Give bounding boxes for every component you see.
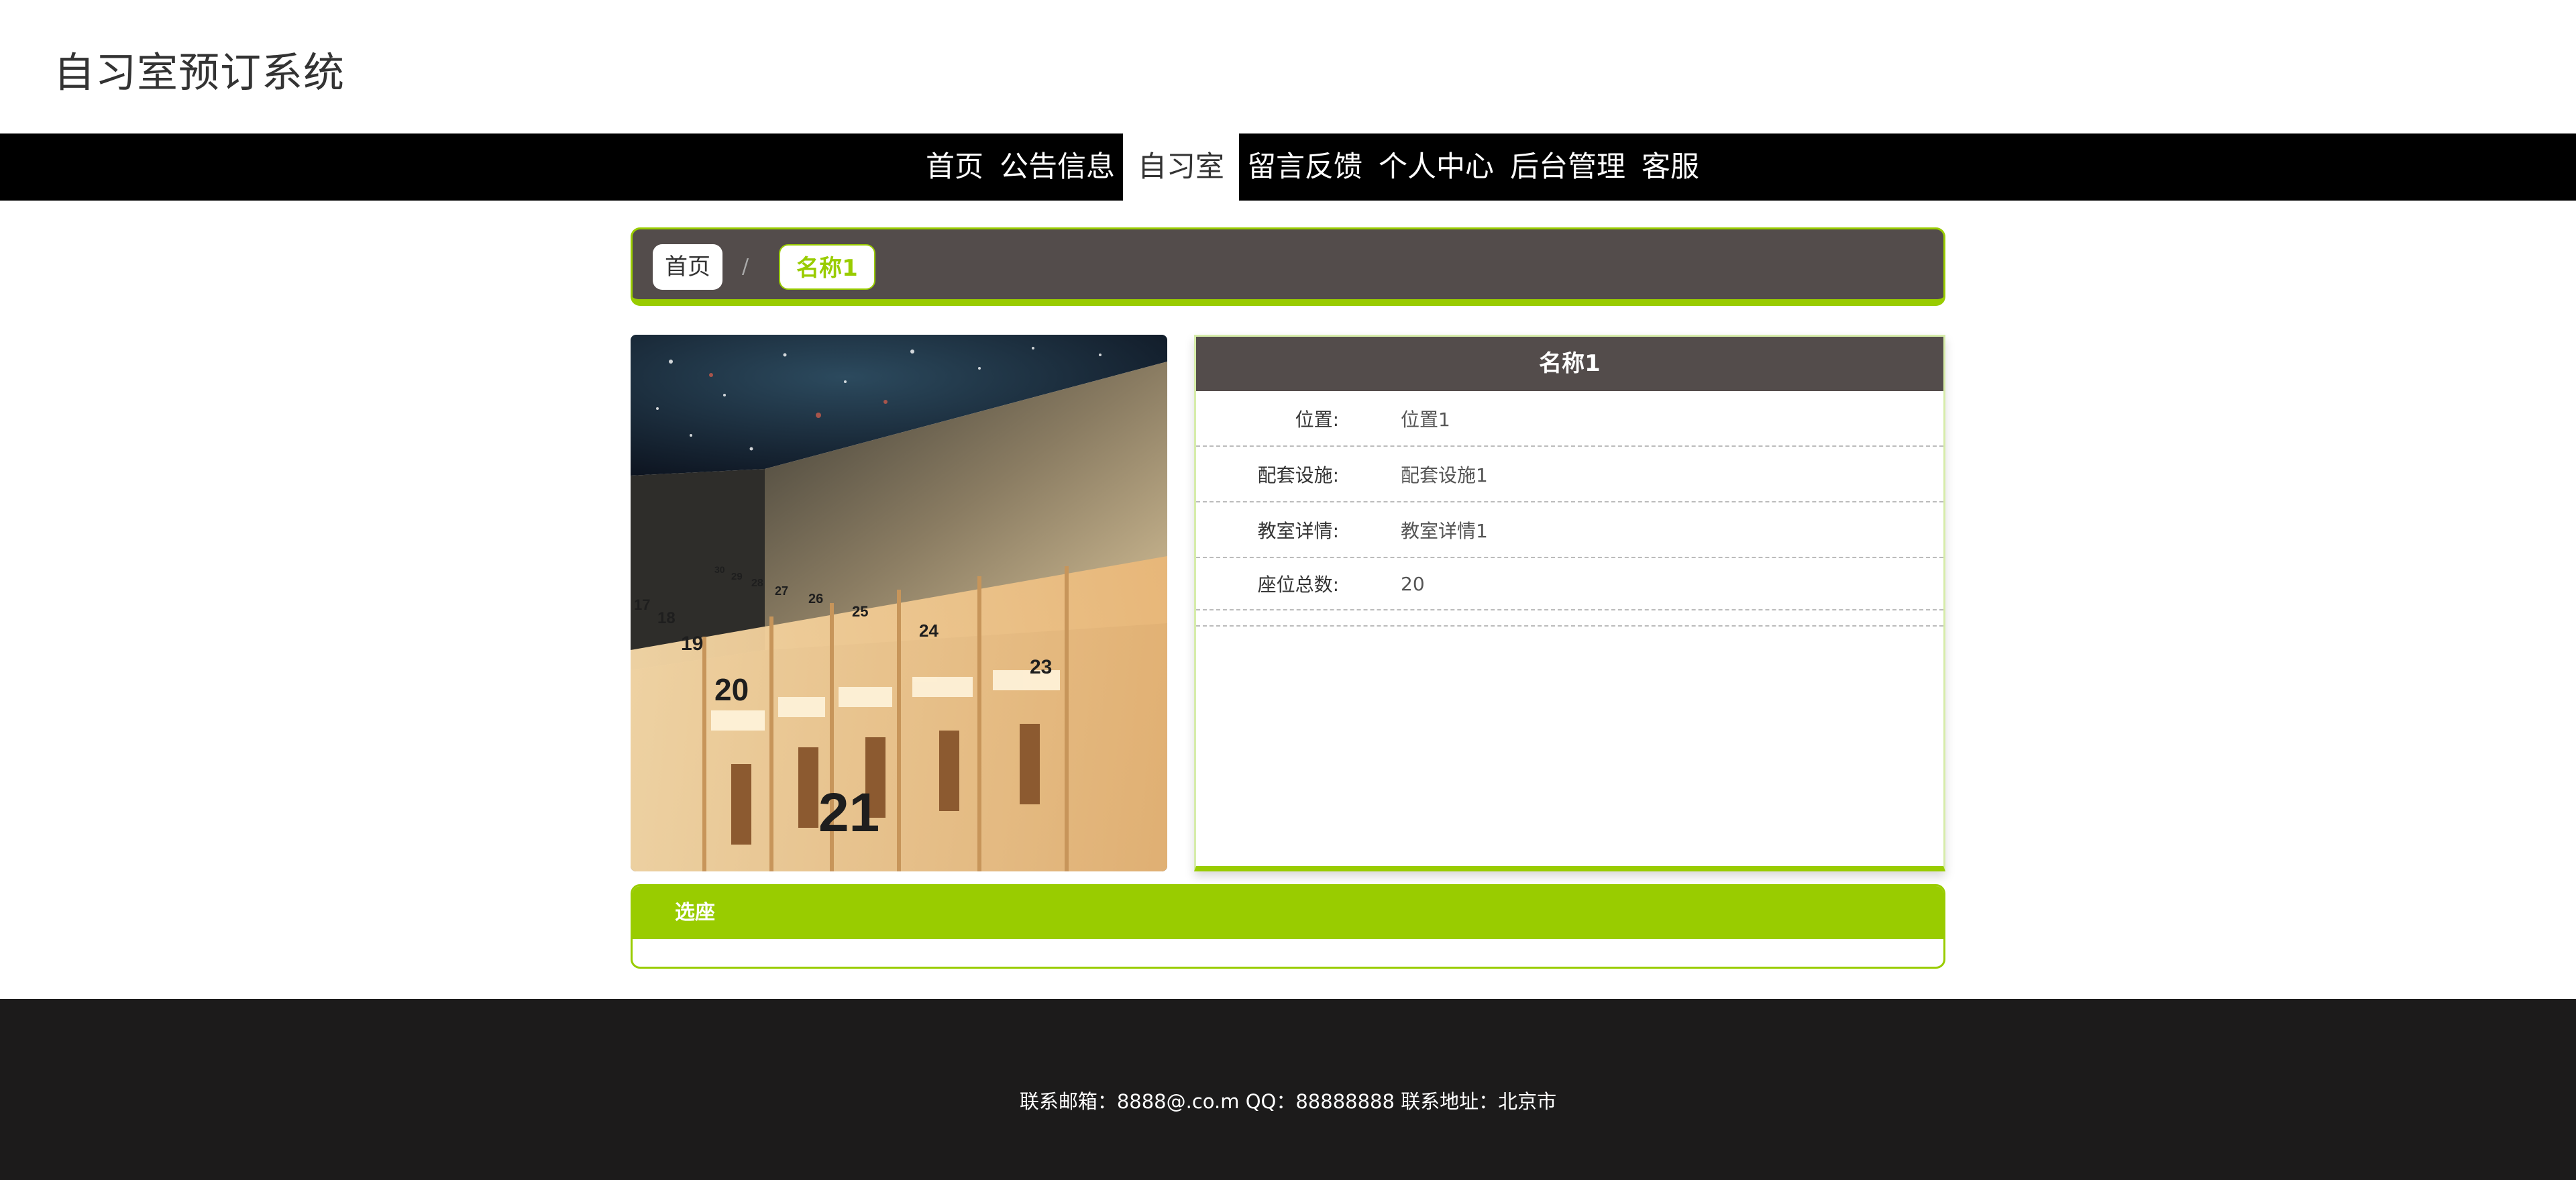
detail-label: 位置: — [1295, 408, 1339, 431]
nav-item-admin[interactable]: 后台管理 — [1502, 133, 1633, 201]
nav-list: 首页 公告信息 自习室 留言反馈 个人中心 后台管理 客服 — [918, 133, 1707, 201]
nav-item-announcements[interactable]: 公告信息 — [991, 133, 1123, 201]
breadcrumb-separator: / — [742, 255, 749, 278]
seat-selection-panel: 选座 — [631, 884, 1945, 969]
site-title[interactable]: 自习室预订系统 — [54, 39, 345, 99]
photo-seat-number: 26 — [808, 592, 823, 606]
photo-seat-number: 29 — [731, 571, 743, 582]
photo-seat-number: 17 — [634, 596, 650, 613]
photo-seat-number: 28 — [751, 578, 763, 589]
site-header: 自习室预订系统 — [0, 0, 2576, 133]
breadcrumb: 首页 / 名称1 — [631, 227, 1945, 306]
detail-value: 配套设施1 — [1401, 464, 1488, 486]
detail-row-seat-count: 座位总数: 20 — [1196, 558, 1943, 610]
nav-item-customer-service[interactable]: 客服 — [1633, 133, 1707, 201]
photo-seat-number: 18 — [657, 609, 676, 627]
footer-contact-info: 联系邮箱：8888@.co.m QQ：88888888 联系地址：北京市 — [1019, 1090, 1557, 1113]
detail-label: 座位总数: — [1257, 574, 1339, 596]
detail-row-room-details: 教室详情: 教室详情1 — [1196, 502, 1943, 558]
photo-seat-number: 20 — [714, 672, 749, 707]
photo-seat-number: 19 — [681, 633, 703, 655]
nav-item-study-rooms[interactable]: 自习室 — [1123, 133, 1239, 201]
room-detail-panel: 名称1 位置: 位置1 配套设施: 配套设施1 教室详情: 教室详情1 座位总数… — [1194, 335, 1945, 871]
seat-selection-title[interactable]: 选座 — [633, 886, 1943, 939]
room-name-title: 名称1 — [1196, 337, 1943, 391]
study-room-photo: 17 18 19 20 21 23 24 25 26 27 28 29 30 — [631, 335, 1167, 871]
detail-value: 20 — [1401, 572, 1425, 595]
detail-value: 位置1 — [1401, 408, 1450, 431]
nav-item-home[interactable]: 首页 — [918, 133, 991, 201]
detail-row-facilities: 配套设施: 配套设施1 — [1196, 447, 1943, 502]
photo-seat-number: 24 — [919, 621, 938, 641]
detail-row-location: 位置: 位置1 — [1196, 391, 1943, 447]
detail-label: 教室详情: — [1257, 519, 1339, 542]
detail-label: 配套设施: — [1257, 464, 1339, 486]
breadcrumb-current: 名称1 — [779, 244, 875, 290]
detail-value: 教室详情1 — [1401, 519, 1488, 542]
nav-item-feedback[interactable]: 留言反馈 — [1239, 133, 1371, 201]
photo-seat-number: 27 — [775, 584, 788, 598]
photo-seat-number: 25 — [852, 603, 868, 620]
photo-seat-number: 30 — [714, 564, 725, 575]
main-nav: 首页 公告信息 自习室 留言反馈 个人中心 后台管理 客服 — [0, 133, 2576, 201]
photo-seat-number: 23 — [1030, 656, 1052, 678]
nav-item-profile[interactable]: 个人中心 — [1371, 133, 1502, 201]
photo-seat-number: 21 — [818, 782, 879, 843]
detail-row-empty — [1196, 610, 1943, 627]
breadcrumb-home-link[interactable]: 首页 — [653, 244, 722, 290]
site-footer: 联系邮箱：8888@.co.m QQ：88888888 联系地址：北京市 — [0, 999, 2576, 1180]
